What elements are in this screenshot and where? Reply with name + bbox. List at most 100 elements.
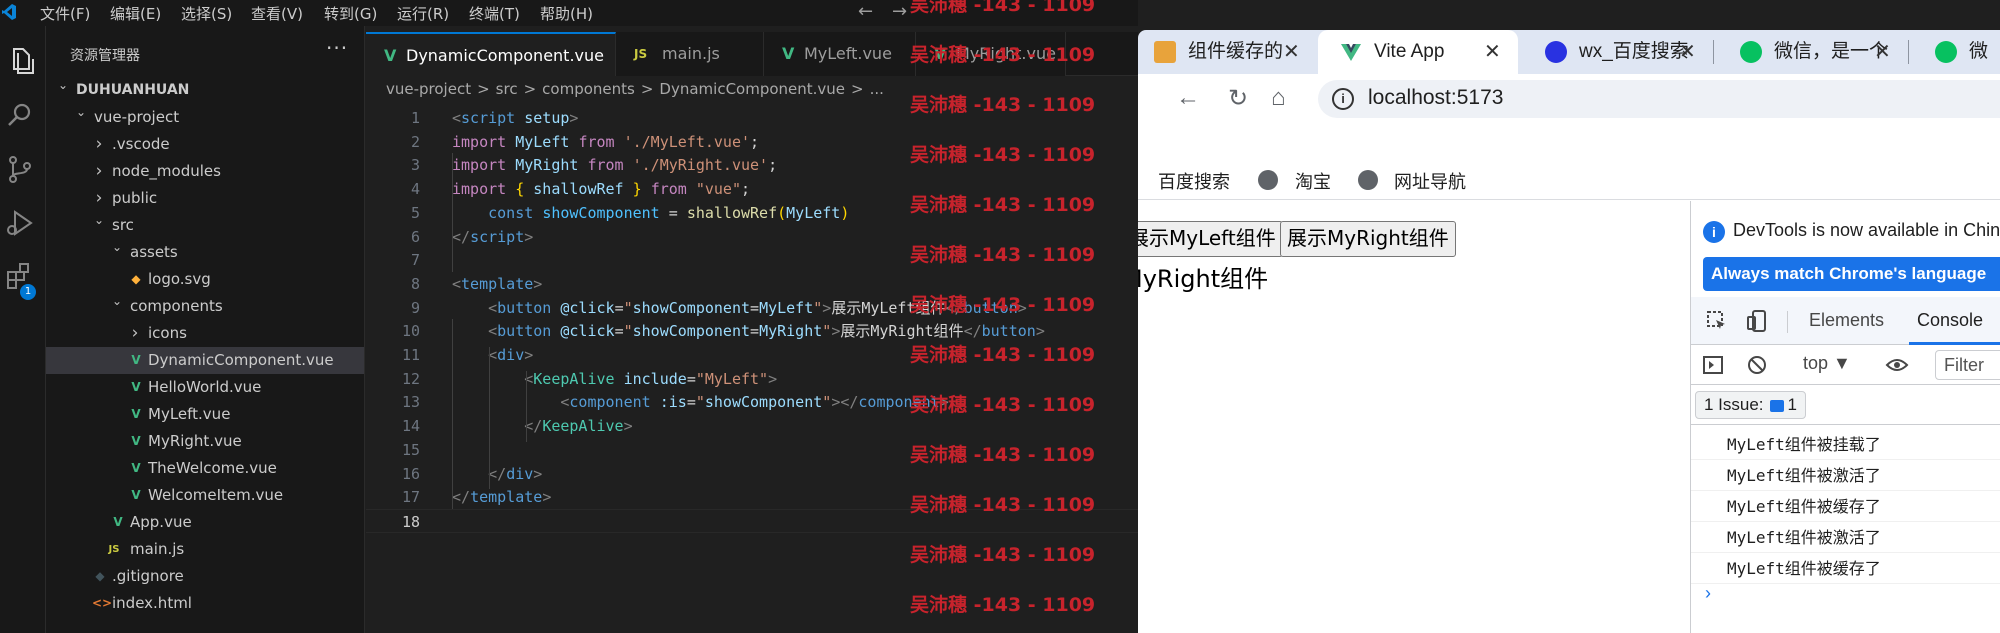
tree-item-label: TheWelcome.vue — [148, 459, 277, 477]
nav-back-icon[interactable]: ← — [858, 1, 873, 22]
browser-tab[interactable]: wx_百度搜索 ✕ — [1523, 30, 1713, 74]
tree-folder[interactable]: › node_modules — [46, 158, 364, 185]
breadcrumb-item[interactable]: vue-project — [386, 80, 471, 98]
inspect-element-icon[interactable] — [1705, 309, 1729, 333]
tree-file[interactable]: V App.vue — [46, 509, 364, 536]
search-icon[interactable] — [3, 98, 37, 132]
console-message: MyLeft组件被激活了 — [1691, 522, 2000, 553]
console-filter-input[interactable]: Filter — [1935, 350, 2000, 380]
site-favicon-icon — [1154, 41, 1176, 63]
more-actions-icon[interactable]: ··· — [326, 36, 348, 60]
close-tab-icon[interactable]: ✕ — [1283, 30, 1300, 74]
code-text: </template> — [452, 488, 552, 507]
tree-file[interactable]: V MyRight.vue — [46, 428, 364, 455]
tree-item-label: logo.svg — [148, 270, 211, 288]
tree-file[interactable]: V MyLeft.vue — [46, 401, 364, 428]
line-number: 3 — [410, 156, 420, 175]
clear-console-icon[interactable] — [1745, 353, 1769, 377]
editor-tab[interactable]: V DynamicComponent.vue — [366, 32, 616, 76]
issues-button[interactable]: 1 Issue: 1 — [1695, 391, 1807, 419]
menu-view[interactable]: 查看(V) — [251, 3, 303, 24]
sidebar-toggle-icon[interactable] — [1701, 353, 1725, 377]
back-icon[interactable]: ← — [1176, 84, 1200, 112]
show-myright-button[interactable]: 展示MyRight组件 — [1280, 221, 1456, 257]
tree-folder[interactable]: ⌄ vue-project — [46, 104, 364, 131]
menu-file[interactable]: 文件(F) — [40, 3, 90, 24]
indent-guide — [452, 319, 453, 509]
extensions-icon[interactable]: 1 — [3, 260, 37, 300]
match-language-button[interactable]: Always match Chrome's language — [1703, 257, 2000, 291]
console-message: MyLeft组件被激活了 — [1691, 460, 2000, 491]
tree-file[interactable]: JS main.js — [46, 536, 364, 563]
reload-icon[interactable]: ↻ — [1228, 84, 1248, 113]
context-selector[interactable]: top ▼ — [1803, 353, 1851, 374]
breadcrumb-item[interactable]: DynamicComponent.vue — [659, 80, 845, 98]
site-info-icon[interactable]: i — [1332, 88, 1354, 110]
tree-file[interactable]: V WelcomeItem.vue — [46, 482, 364, 509]
tree-file[interactable]: V DynamicComponent.vue — [46, 347, 364, 374]
tree-file[interactable]: V HelloWorld.vue — [46, 374, 364, 401]
tree-item-label: index.html — [112, 594, 192, 612]
devtools-tabs: Elements Console — [1691, 297, 2000, 345]
tree-folder[interactable]: ⌄ assets — [46, 239, 364, 266]
tree-file[interactable]: V TheWelcome.vue — [46, 455, 364, 482]
nav-forward-icon[interactable]: → — [892, 1, 907, 22]
breadcrumb-item[interactable]: src — [496, 80, 518, 98]
tree-folder[interactable]: ⌄ components — [46, 293, 364, 320]
browser-tab-title: 组件缓存的 — [1188, 41, 1284, 62]
tree-item-label: DynamicComponent.vue — [148, 351, 334, 369]
issues-bar: 1 Issue: 1 — [1691, 385, 2000, 425]
line-number: 9 — [410, 298, 420, 317]
eye-icon[interactable] — [1885, 353, 1909, 377]
vue-file-icon: V — [384, 46, 397, 65]
explorer-title: 资源管理器 — [70, 48, 140, 64]
editor-tab[interactable]: V MyLeft.vue — [764, 32, 916, 76]
menu-terminal[interactable]: 终端(T) — [469, 3, 520, 24]
browser-tab[interactable]: 组件缓存的 ✕ — [1138, 30, 1317, 74]
menu-edit[interactable]: 编辑(E) — [110, 3, 161, 24]
breadcrumb-item[interactable]: ... — [870, 80, 884, 98]
menu-help[interactable]: 帮助(H) — [540, 3, 593, 24]
breadcrumb-separator: > — [851, 80, 864, 98]
baidu-paw-icon — [1545, 41, 1567, 63]
console-prompt-icon[interactable]: › — [1705, 583, 1711, 604]
menu-run[interactable]: 运行(R) — [397, 3, 449, 24]
browser-tab[interactable]: 微 — [1913, 30, 2000, 74]
explorer-icon[interactable] — [3, 44, 37, 78]
line-number: 15 — [401, 440, 420, 459]
close-tab-icon[interactable]: ✕ — [1679, 30, 1696, 74]
menu-go[interactable]: 转到(G) — [324, 3, 377, 24]
bookmark-baidu[interactable]: 百度搜索 — [1158, 168, 1230, 194]
code-text: const showComponent = shallowRef(MyLeft) — [488, 203, 850, 222]
tab-console[interactable]: Console — [1917, 310, 1983, 331]
tree-folder[interactable]: › icons — [46, 320, 364, 347]
bookmark-nav[interactable]: 网址导航 — [1394, 168, 1466, 194]
menu-selection[interactable]: 选择(S) — [181, 3, 232, 24]
tab-elements[interactable]: Elements — [1809, 310, 1884, 331]
tree-file[interactable]: ◆ .gitignore — [46, 563, 364, 590]
editor-tab[interactable]: JS main.js — [616, 32, 764, 76]
tree-file[interactable]: <> index.html — [46, 590, 364, 617]
source-control-icon[interactable] — [3, 152, 37, 186]
watermark-text: 吴沛穗 -143 - 1109 — [910, 44, 1096, 66]
device-toolbar-icon[interactable] — [1745, 309, 1769, 333]
browser-tab[interactable]: 微信，是一个 ✕ — [1718, 30, 1908, 74]
tree-file[interactable]: ◆ logo.svg — [46, 266, 364, 293]
address-bar[interactable]: i localhost:5173 — [1318, 80, 2000, 118]
show-myleft-button[interactable]: 展示MyLeft组件 — [1138, 221, 1283, 257]
tree-folder[interactable]: › .vscode — [46, 131, 364, 158]
browser-tab[interactable]: Vite App ✕ — [1318, 30, 1518, 74]
activity-bar: 1 — [0, 26, 46, 633]
tree-folder[interactable]: ⌄ DUHUANHUAN — [46, 77, 364, 104]
console-message: MyLeft组件被缓存了 — [1691, 491, 2000, 522]
bookmark-taobao[interactable]: 淘宝 — [1295, 168, 1331, 194]
close-tab-icon[interactable]: ✕ — [1484, 30, 1501, 74]
breadcrumb-item[interactable]: components — [542, 80, 635, 98]
tree-folder[interactable]: ⌄ src — [46, 212, 364, 239]
home-icon[interactable]: ⌂ — [1271, 84, 1286, 112]
page-content: 展示MyLeft组件 展示MyRight组件 MyRight组件 — [1138, 201, 1690, 633]
run-debug-icon[interactable] — [3, 206, 37, 240]
close-tab-icon[interactable]: ✕ — [1874, 30, 1891, 74]
watermark-text: 吴沛穗 -143 - 1109 — [910, 194, 1096, 216]
code-text: <script setup> — [452, 109, 579, 127]
